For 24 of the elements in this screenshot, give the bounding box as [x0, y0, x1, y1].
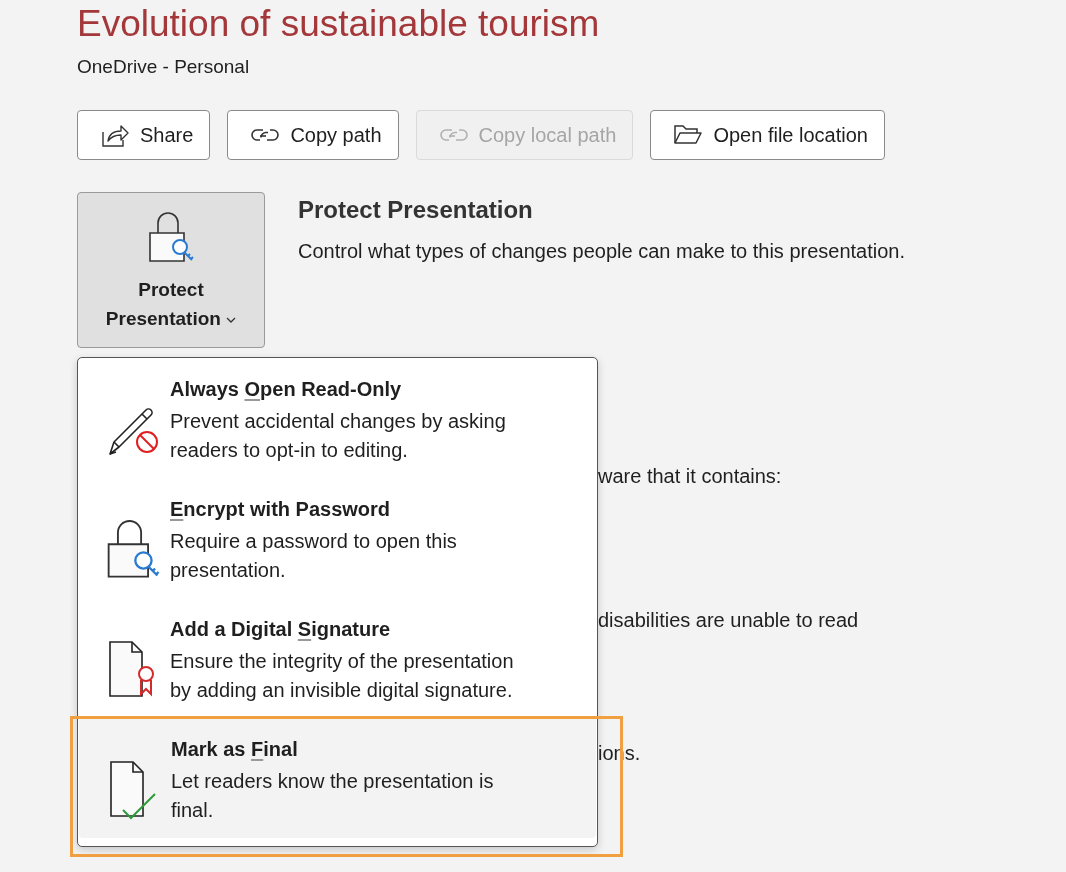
menu-item[interactable]: Encrypt with Password Require a password to open this presentation.	[78, 478, 597, 598]
menu-item-description: Require a password to open this presentation.	[170, 529, 458, 583]
menu-item-description: Ensure the integrity of the presentation by adding an invisible digital signature.	[170, 649, 515, 703]
protect-presentation-button[interactable]: Protect Presentation	[77, 192, 265, 348]
action-button[interactable]: Open file location	[650, 110, 885, 160]
chevron-down-icon	[226, 317, 237, 323]
menu-item-description: Let readers know the presentation is final.	[171, 769, 495, 823]
action-button[interactable]: Copy path	[227, 110, 399, 160]
menu-item-title: Always Open Read-Only	[170, 378, 403, 401]
document-title: Evolution of sustainable tourism	[77, 4, 601, 44]
section-heading: Protect Presentation	[298, 196, 534, 224]
partial-text: ware that it contains:	[598, 465, 782, 488]
menu-item[interactable]: Always Open Read-Only Prevent accidental changes by asking readers to opt-in to editing.	[78, 358, 597, 478]
menu-item-description: Prevent accidental changes by asking readers to opt-in to editing.	[170, 409, 507, 463]
menu-item[interactable]: Mark as Final Let readers know the presentation is final.	[79, 718, 596, 838]
menu-item-title: Mark as Final	[171, 738, 299, 761]
share-icon	[100, 122, 130, 148]
section-description: Control what types of changes people can make to this presentation.	[298, 240, 906, 263]
menu-item-title: Encrypt with Password	[170, 498, 392, 521]
menu-item[interactable]: Add a Digital Signature Ensure the integrity of the presentation by adding an invisible digital signature.	[78, 598, 597, 718]
document-location: OneDrive - Personal	[77, 56, 251, 78]
action-button[interactable]: Share	[77, 110, 211, 160]
partial-text: disabilities are unable to read	[598, 609, 859, 632]
menu-item-title: Add a Digital Signature	[170, 618, 392, 641]
